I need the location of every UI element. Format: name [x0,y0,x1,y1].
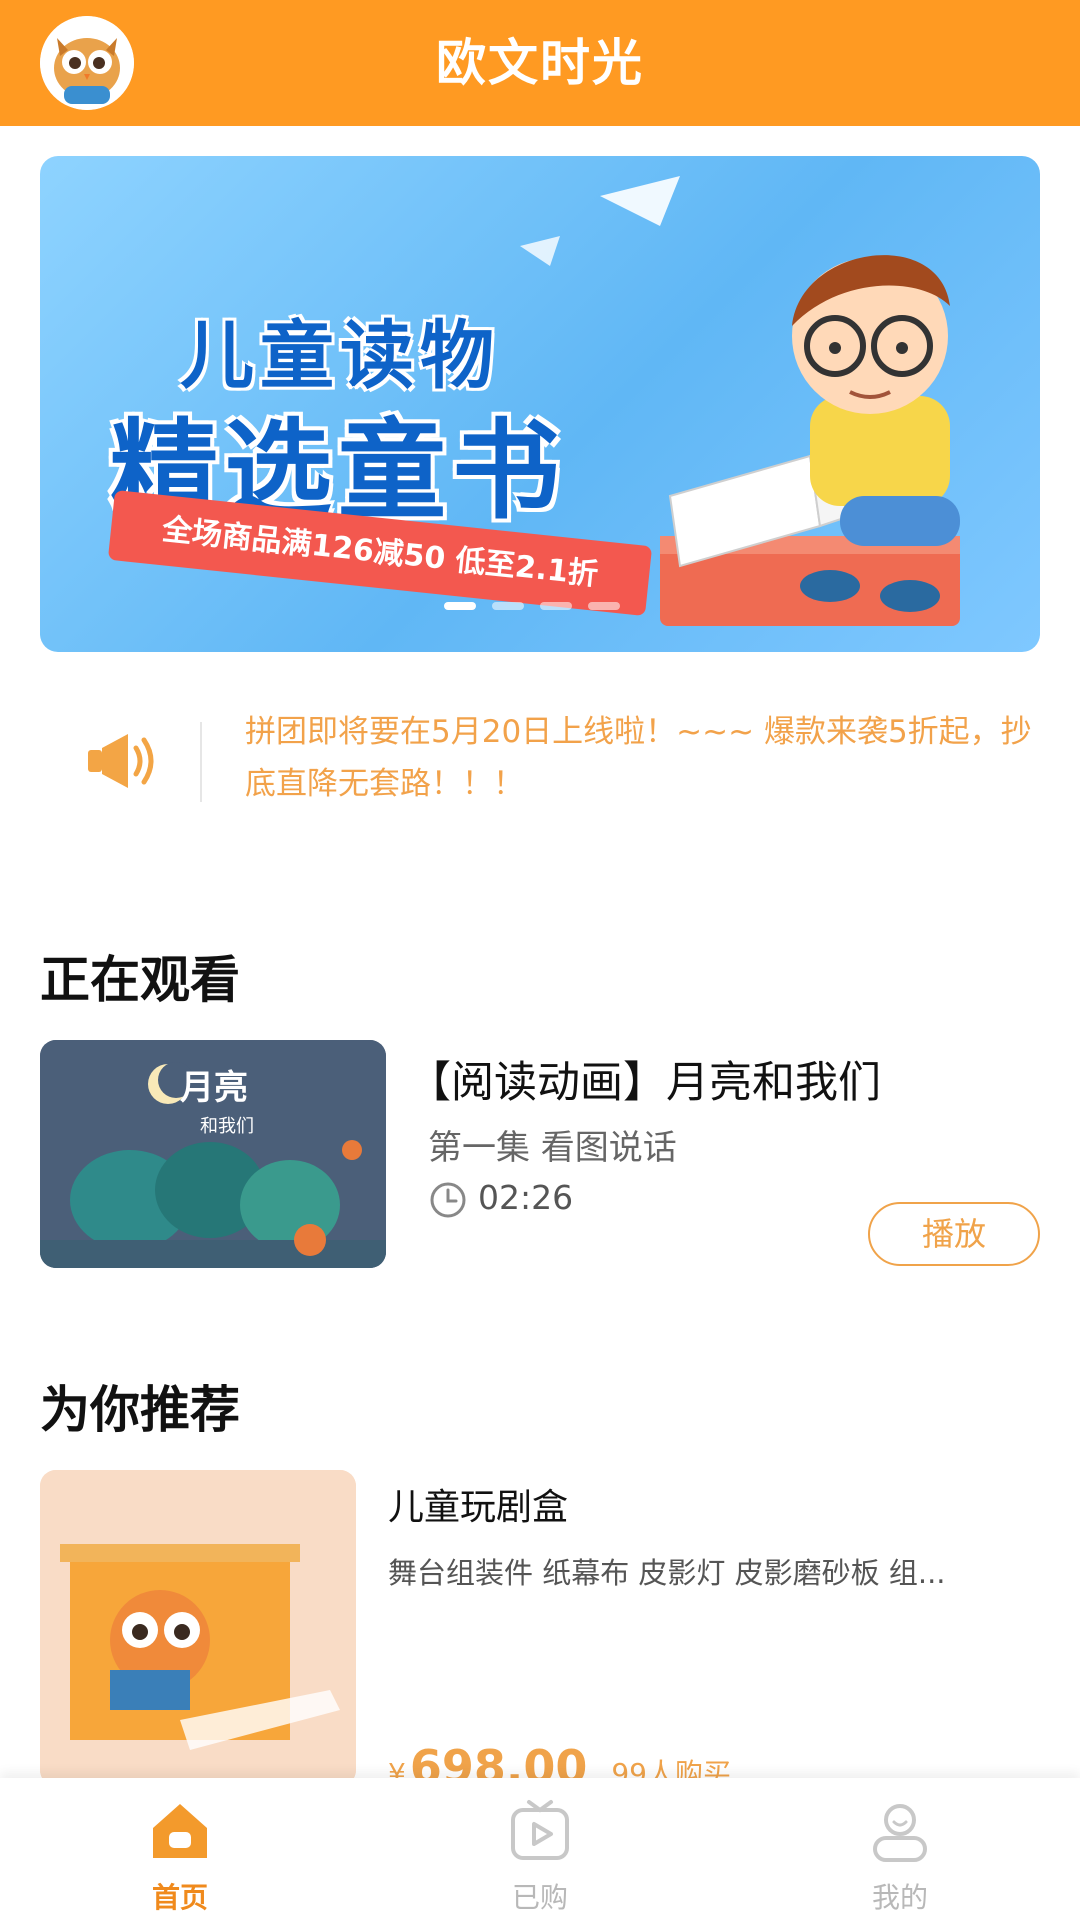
section-title-watching: 正在观看 [40,951,240,1009]
video-thumbnail[interactable]: 月亮 和我们 [40,1040,386,1268]
bottom-tab-bar: 首页 已购 我的 [0,1778,1080,1920]
thumbnail-title: 月亮 [180,1068,248,1108]
carousel-dot[interactable] [540,602,572,610]
top-app-bar: 欧文时光 [0,0,1080,126]
tab-label: 我的 [871,1881,928,1914]
tab-home[interactable]: 首页 [0,1778,360,1920]
carousel-dot[interactable] [588,602,620,610]
video-title[interactable]: 【阅读动画】月亮和我们 [408,1048,881,1110]
tab-purchased[interactable]: 已购 [360,1778,720,1920]
tab-profile[interactable]: 我的 [720,1778,1080,1920]
profile-icon [873,1804,927,1862]
promo-banner[interactable]: 儿童读物 精选童书 全场商品满126减50 低至2.1折 [40,156,1040,652]
product-title[interactable]: 儿童玩剧盒 [388,1478,568,1530]
divider [200,722,202,802]
announcement-text: 拼团即将要在5月20日上线啦！~~~ 爆款来袭5折起，抄底直降无套路！！！ [245,714,1032,802]
product-thumbnail[interactable] [40,1470,356,1786]
home-icon [153,1804,207,1858]
play-button[interactable]: 播放 [868,1202,1040,1266]
app-title: 欧文时光 [436,34,644,92]
video-duration: 02:26 [478,1178,574,1217]
carousel-dot[interactable] [444,602,476,610]
watching-card[interactable]: 月亮 和我们 【阅读动画】月亮和我们 第一集 看图说话 02:26 播放 [40,1040,1040,1270]
product-description: 舞台组装件 纸幕布 皮影灯 皮影磨砂板 组... [388,1556,946,1590]
megaphone-icon [88,734,154,788]
section-title-recommend: 为你推荐 [40,1381,240,1439]
tab-label: 已购 [511,1881,568,1914]
carousel-dot[interactable] [492,602,524,610]
tab-label: 首页 [151,1881,208,1914]
video-subtitle: 第一集 看图说话 [428,1128,677,1168]
clock-icon [430,1182,466,1218]
announcement-bar[interactable]: 拼团即将要在5月20日上线啦！~~~ 爆款来袭5折起，抄底直降无套路！！！ [40,706,1040,816]
carousel-indicator[interactable] [444,602,620,610]
recommend-card[interactable]: 儿童玩剧盒 舞台组装件 纸幕布 皮影灯 皮影磨砂板 组... ¥ 698.00 … [40,1470,1040,1794]
thumbnail-subtitle: 和我们 [200,1116,254,1137]
purchased-icon [511,1800,569,1860]
